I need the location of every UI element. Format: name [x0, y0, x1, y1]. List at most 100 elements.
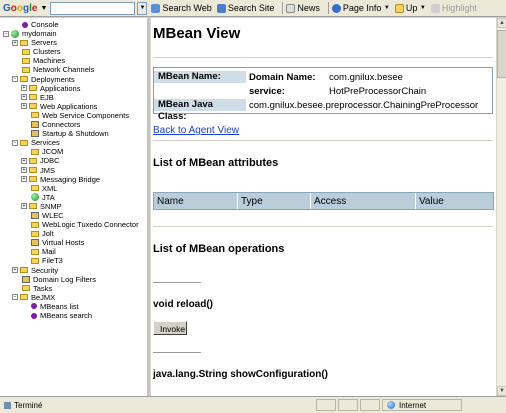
google-logo[interactable]: Google: [0, 3, 40, 14]
tree-node[interactable]: Mail: [0, 247, 147, 256]
service-label: service:: [249, 85, 285, 97]
back-to-agent-view-link[interactable]: Back to Agent View: [153, 125, 239, 136]
page-info-button[interactable]: Page Info ▼: [331, 3, 390, 13]
tree-node-label[interactable]: SNMP: [40, 202, 62, 211]
news-button[interactable]: News: [286, 3, 320, 13]
expand-icon[interactable]: +: [21, 157, 27, 164]
tree-node-label[interactable]: Applications: [40, 84, 80, 93]
tree-node[interactable]: MBeans search: [0, 311, 147, 320]
expand-icon[interactable]: +: [12, 39, 18, 46]
folder-icon: [29, 85, 37, 92]
tree-node-label[interactable]: MBeans list: [40, 302, 79, 311]
tree-node-label[interactable]: Virtual Hosts: [42, 238, 84, 247]
tree-node[interactable]: Clusters: [0, 47, 147, 56]
tree-node[interactable]: Startup & Shutdown: [0, 129, 147, 138]
tree-node[interactable]: + Applications: [0, 84, 147, 93]
expand-icon[interactable]: +: [21, 103, 27, 110]
expand-icon[interactable]: +: [21, 85, 27, 92]
tree-node[interactable]: + JDBC: [0, 156, 147, 165]
tree-node-label[interactable]: Clusters: [33, 47, 61, 56]
tree-node-label[interactable]: Console: [31, 20, 59, 29]
expand-icon[interactable]: +: [12, 267, 18, 274]
tree-node-label[interactable]: JCOM: [42, 147, 63, 156]
tree-node-label[interactable]: Connectors: [42, 120, 80, 129]
tree-node-label[interactable]: EJB: [40, 93, 54, 102]
search-site-button[interactable]: Search Site: [216, 3, 274, 13]
tree-node[interactable]: Network Channels: [0, 65, 147, 74]
navigation-tree-frame: Console − mydomain + Servers Clusters Machines…: [0, 18, 149, 396]
tree-node-label[interactable]: Jolt: [42, 229, 54, 238]
tree-node-label[interactable]: Services: [31, 138, 60, 147]
tree-node-label[interactable]: Web Service Components: [42, 111, 129, 120]
tree-node-label[interactable]: Network Channels: [33, 65, 94, 74]
tree-node-label[interactable]: Web Applications: [40, 102, 97, 111]
tree-node[interactable]: Connectors: [0, 120, 147, 129]
tree-node[interactable]: XML: [0, 184, 147, 193]
scroll-down-arrow-icon[interactable]: ▼: [497, 386, 506, 396]
search-input[interactable]: [50, 1, 136, 15]
tree-node-label[interactable]: Servers: [31, 38, 57, 47]
tree-node[interactable]: Tasks: [0, 284, 147, 293]
tree-node[interactable]: Domain Log Filters: [0, 275, 147, 284]
highlight-button[interactable]: Highlight: [430, 3, 477, 13]
tree-node[interactable]: Console: [0, 20, 147, 29]
tree-node[interactable]: − Deployments: [0, 75, 147, 84]
tree-node[interactable]: + Web Applications: [0, 102, 147, 111]
collapse-icon[interactable]: −: [12, 139, 18, 146]
expand-icon[interactable]: +: [21, 176, 27, 183]
up-button[interactable]: Up ▼: [394, 3, 426, 13]
expand-icon[interactable]: +: [21, 94, 27, 101]
tree-node[interactable]: Web Service Components: [0, 111, 147, 120]
tree-node-label[interactable]: mydomain: [22, 29, 57, 38]
scroll-up-arrow-icon[interactable]: ▲: [497, 18, 506, 28]
google-menu-chevron-down-icon[interactable]: ▼: [40, 5, 48, 12]
search-dropdown-chevron-down-icon[interactable]: ▼: [137, 1, 148, 15]
tree-node-label[interactable]: WebLogic Tuxedo Connector: [42, 220, 139, 229]
tree-node-label[interactable]: Messaging Bridge: [40, 175, 100, 184]
expand-icon[interactable]: +: [21, 167, 27, 174]
tree-node[interactable]: WLEC: [0, 211, 147, 220]
tree-node-label[interactable]: JDBC: [40, 156, 60, 165]
invoke-button[interactable]: Invoke: [153, 321, 187, 335]
expand-icon[interactable]: +: [21, 203, 27, 210]
tree-node[interactable]: Virtual Hosts: [0, 238, 147, 247]
tree-node-label[interactable]: XML: [42, 184, 57, 193]
tree-node[interactable]: Jolt: [0, 229, 147, 238]
tree-node-label[interactable]: BeJMX: [31, 293, 55, 302]
tree-node[interactable]: − Services: [0, 138, 147, 147]
collapse-icon[interactable]: −: [3, 30, 9, 37]
tree-node[interactable]: JCOM: [0, 147, 147, 156]
collapse-icon[interactable]: −: [12, 294, 18, 301]
tree-node-label[interactable]: JMS: [40, 166, 55, 175]
tree-node-label[interactable]: JTA: [42, 193, 55, 202]
tree-node-label[interactable]: WLEC: [42, 211, 64, 220]
tree-node[interactable]: + Servers: [0, 38, 147, 47]
tree-node-label[interactable]: Machines: [33, 56, 65, 65]
tree-node[interactable]: Machines: [0, 56, 147, 65]
tree-node[interactable]: + EJB: [0, 93, 147, 102]
tree-node-label[interactable]: Startup & Shutdown: [42, 129, 109, 138]
tree-node-label[interactable]: Security: [31, 266, 58, 275]
tree-node-label[interactable]: FileT3: [42, 256, 63, 265]
tree-node-label[interactable]: Deployments: [31, 75, 75, 84]
bullet-icon: [31, 303, 37, 310]
tree-node[interactable]: MBeans list: [0, 302, 147, 311]
tree-node-label[interactable]: Domain Log Filters: [33, 275, 96, 284]
tree-node[interactable]: + SNMP: [0, 202, 147, 211]
collapse-icon[interactable]: −: [12, 76, 18, 83]
tree-node[interactable]: FileT3: [0, 256, 147, 265]
tree-node[interactable]: − mydomain: [0, 29, 147, 38]
search-web-button[interactable]: Search Web: [151, 3, 212, 13]
vertical-scrollbar[interactable]: ▲ ▼: [496, 18, 506, 396]
tree-node-label[interactable]: MBeans search: [40, 311, 92, 320]
tree-node-label[interactable]: Mail: [42, 247, 56, 256]
tree-node[interactable]: + JMS: [0, 166, 147, 175]
tree-node[interactable]: WebLogic Tuxedo Connector: [0, 220, 147, 229]
tree-node[interactable]: + Messaging Bridge: [0, 175, 147, 184]
java-class-label: MBean Java Class:: [154, 99, 246, 122]
tree-node[interactable]: + Security: [0, 266, 147, 275]
tree-node-label[interactable]: Tasks: [33, 284, 52, 293]
scrollbar-thumb[interactable]: [497, 30, 506, 78]
tree-node[interactable]: JTA: [0, 193, 147, 202]
tree-node[interactable]: − BeJMX: [0, 293, 147, 302]
